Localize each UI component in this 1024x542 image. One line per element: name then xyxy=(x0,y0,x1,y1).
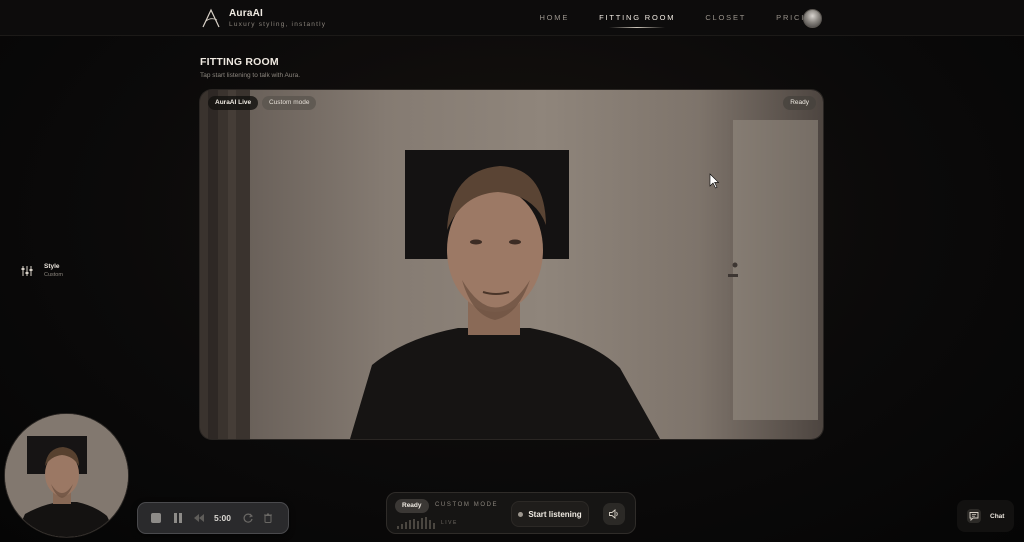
pause-button[interactable] xyxy=(169,509,187,527)
voice-control-dock: Ready CUSTOM MODE LIVE Start listening xyxy=(386,492,636,534)
style-label: Style xyxy=(44,263,60,270)
style-value: Custom xyxy=(44,272,63,278)
aura-logo-icon xyxy=(202,8,220,28)
restart-button[interactable] xyxy=(239,509,257,527)
speaker-icon xyxy=(609,509,618,519)
audio-waveform-icon xyxy=(397,517,435,529)
nav-closet[interactable]: CLOSET xyxy=(705,0,746,36)
page-subtitle: Tap start listening to talk with Aura. xyxy=(200,72,301,79)
page-title: FITTING ROOM xyxy=(200,56,279,68)
camera-feed-image xyxy=(200,90,818,439)
chat-label: Chat xyxy=(990,512,1005,520)
sound-toggle-button[interactable] xyxy=(603,503,625,525)
brand[interactable]: AuraAI Luxury styling, instantly xyxy=(200,7,326,29)
rewind-button[interactable] xyxy=(190,509,208,527)
chat-icon xyxy=(967,509,981,523)
nav-fitting-room[interactable]: FITTING ROOM xyxy=(599,0,675,36)
style-selector[interactable]: Style Custom xyxy=(14,258,72,284)
stop-icon xyxy=(151,513,161,523)
chat-button[interactable]: Chat xyxy=(957,500,1014,532)
dock-status-badge: Ready xyxy=(395,499,429,513)
trash-icon xyxy=(264,513,273,523)
mode-badge: Custom mode xyxy=(262,96,317,110)
restart-icon xyxy=(243,513,253,523)
brand-tagline: Luxury styling, instantly xyxy=(229,20,327,28)
pause-icon xyxy=(174,513,182,523)
dock-mode-label: CUSTOM MODE xyxy=(435,502,499,508)
live-badge: AuraAI Live xyxy=(208,96,259,110)
user-avatar[interactable] xyxy=(803,9,822,28)
recording-timer: 5:00 xyxy=(214,513,232,523)
main-nav: HOME FITTING ROOM CLOSET PRICING xyxy=(509,0,820,36)
self-view-image xyxy=(5,414,128,537)
stop-button[interactable] xyxy=(147,509,165,527)
nav-home[interactable]: HOME xyxy=(539,0,569,36)
live-indicator-label: LIVE xyxy=(441,520,458,526)
style-text: Style Custom xyxy=(44,263,63,279)
top-header: AuraAI Luxury styling, instantly HOME FI… xyxy=(0,0,1024,36)
camera-stage: AuraAI Live Custom mode Ready xyxy=(200,90,823,439)
rewind-icon xyxy=(194,514,204,522)
sliders-icon xyxy=(21,266,33,276)
status-badge: Ready xyxy=(783,96,816,110)
brand-name: AuraAI xyxy=(229,7,263,19)
self-view-camera xyxy=(5,414,128,537)
start-listening-label: Start listening xyxy=(528,509,582,519)
brand-text: AuraAI Luxury styling, instantly xyxy=(229,8,326,29)
start-listening-button[interactable]: Start listening xyxy=(511,501,589,527)
delete-button[interactable] xyxy=(259,509,277,527)
chat-bubble-icon xyxy=(969,512,979,521)
mic-status-dot-icon xyxy=(518,511,524,517)
recording-toolbar: 5:00 xyxy=(137,502,289,534)
